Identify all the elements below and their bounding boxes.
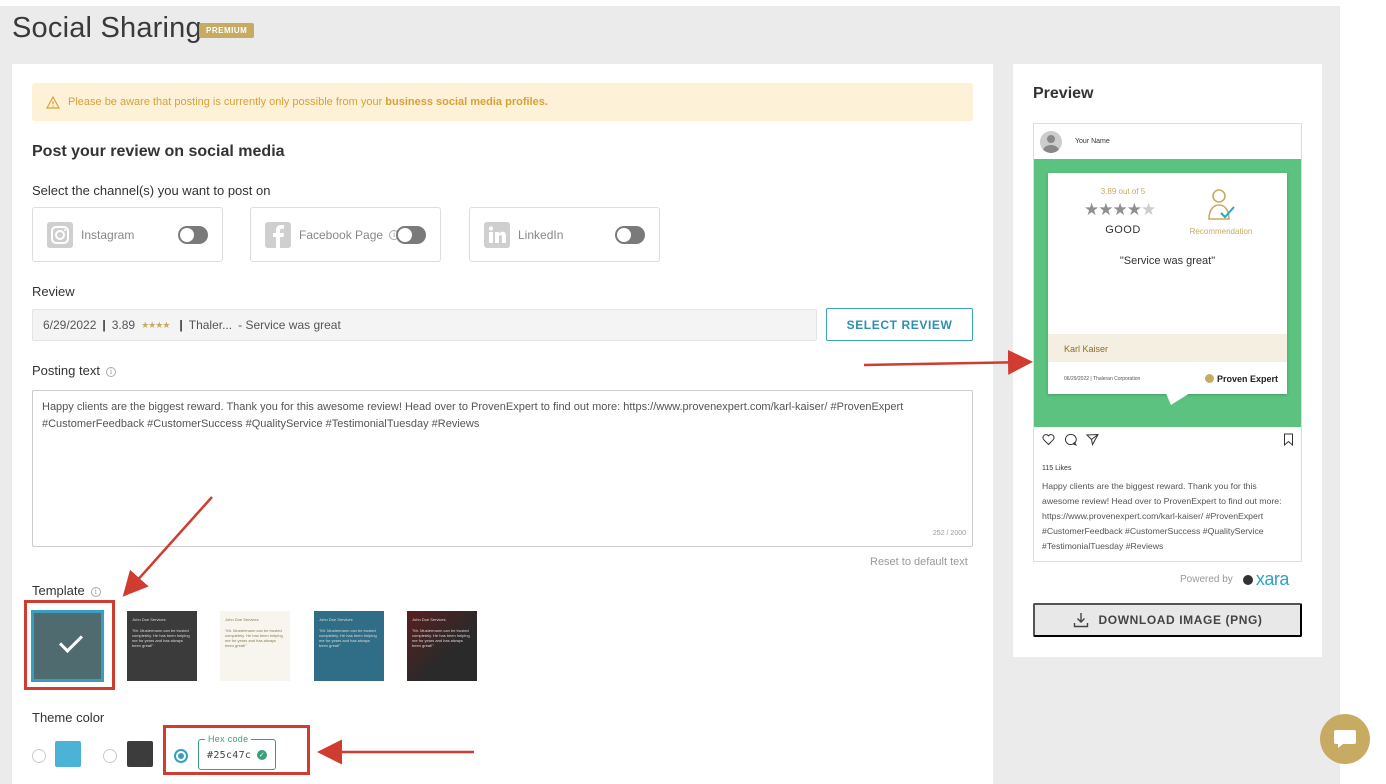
template-thumb-quote: "Mr. Mustermann can be trusted completel…	[225, 628, 283, 648]
template-thumb-photo[interactable]: John Doe Services "Mr. Mustermann can be…	[407, 611, 477, 681]
posting-text-label-text: Posting text	[32, 363, 100, 378]
facebook-icon	[265, 221, 291, 248]
recommendation-icon	[1208, 189, 1235, 220]
template-thumb-name: John Doe Services	[225, 617, 259, 622]
rating-text: 3.89 out of 5	[1100, 187, 1146, 196]
channel-linkedin[interactable]: LinkedIn	[469, 207, 660, 262]
instagram-toggle[interactable]	[178, 226, 208, 244]
avatar	[1040, 130, 1062, 153]
review-stars: ★★★★	[141, 319, 170, 330]
alert-text: Please be aware that posting is currentl…	[68, 96, 383, 108]
download-icon	[1073, 613, 1088, 628]
channel-label: LinkedIn	[518, 227, 564, 242]
premium-badge: PREMIUM	[199, 23, 255, 38]
alert-bold-text: business social media profiles.	[385, 96, 548, 108]
rating-stars-filled: ★★★★	[1084, 200, 1142, 219]
theme-color-swatch-dark[interactable]	[127, 741, 153, 767]
theme-color-swatch-blue[interactable]	[55, 741, 81, 767]
instagram-icon	[47, 221, 73, 248]
warning-icon	[46, 95, 60, 109]
preview-panel: Preview Your Name 3.89 out of 5 ★★★★★ GO…	[1013, 64, 1322, 657]
separator: |	[179, 318, 183, 332]
post-actions	[1042, 433, 1295, 447]
select-review-button[interactable]: SELECT REVIEW	[826, 308, 973, 341]
share-icon	[1086, 433, 1099, 446]
preview-image: 3.89 out of 5 ★★★★★ GOOD Recommendation …	[1034, 159, 1301, 427]
channels-label: Select the channel(s) you want to post o…	[32, 183, 271, 198]
separator: |	[102, 318, 106, 332]
theme-color-radio-2[interactable]	[103, 749, 117, 763]
info-icon[interactable]: i	[90, 587, 101, 597]
likes-count: 115 Likes	[1042, 465, 1072, 472]
template-thumb-name: John Doe Services	[319, 617, 353, 622]
theme-color-label: Theme color	[32, 710, 105, 725]
linkedin-toggle[interactable]	[615, 226, 645, 244]
post-user-name: Your Name	[1075, 138, 1110, 145]
review-card: 3.89 out of 5 ★★★★★ GOOD Recommendation …	[1048, 173, 1287, 394]
xara-logo: xara	[1255, 569, 1290, 589]
channel-facebook-page[interactable]: Facebook Page i	[250, 207, 441, 262]
template-label: Template i	[32, 583, 101, 598]
template-thumb-name: John Doe Services	[132, 617, 166, 622]
reset-default-text-link[interactable]: Reset to default text	[870, 556, 968, 568]
provenexpert-logo-mark	[1205, 374, 1214, 383]
theme-color-radio-1[interactable]	[32, 749, 46, 763]
recommendation-label: Recommendation	[1189, 227, 1253, 236]
channel-instagram[interactable]: Instagram	[32, 207, 223, 262]
channel-label: Instagram	[81, 227, 135, 242]
template-thumb-quote: "Mr. Mustermann can be trusted completel…	[412, 628, 470, 648]
channel-label: Facebook Page	[299, 227, 384, 242]
settings-panel: Please be aware that posting is currentl…	[12, 64, 993, 784]
template-thumb-quote: "Mr. Mustermann can be trusted completel…	[319, 628, 377, 648]
template-thumb-name: John Doe Services	[412, 617, 446, 622]
template-thumb-quote: "Mr. Mustermann can be trusted completel…	[132, 628, 190, 648]
posting-text-value: Happy clients are the biggest reward. Th…	[42, 401, 904, 430]
warning-alert: Please be aware that posting is currentl…	[32, 83, 973, 121]
provenexpert-logo-text: Proven Expert	[1217, 374, 1279, 384]
review-author: Karl Kaiser	[1048, 334, 1287, 362]
section-heading: Post your review on social media	[32, 143, 285, 160]
page-title: Social Sharing	[12, 12, 202, 44]
rating-star-empty: ★	[1140, 200, 1156, 219]
review-footer-date: 06/29/2022 | Thaleran Corporation	[1064, 376, 1141, 382]
chat-launcher-button[interactable]	[1320, 714, 1370, 764]
template-thumb-light[interactable]: John Doe Services "Mr. Mustermann can be…	[220, 611, 290, 681]
provenexpert-logo: Proven Expert	[1205, 374, 1278, 384]
review-label: Review	[32, 284, 75, 299]
preview-title: Preview	[1033, 85, 1094, 102]
template-label-text: Template	[32, 583, 85, 598]
page-gutter	[1340, 0, 1386, 784]
review-quote: "Service was great"	[1119, 255, 1216, 267]
review-date: 6/29/2022	[43, 318, 97, 332]
bookmark-icon	[1284, 433, 1293, 446]
char-count: 252 / 2000	[932, 530, 966, 537]
rating-grade: GOOD	[1105, 224, 1141, 236]
post-caption: Happy clients are the biggest reward. Th…	[1042, 481, 1282, 551]
review-company: Thaler...	[188, 318, 233, 332]
xara-icon	[1242, 574, 1253, 585]
review-selector-field[interactable]: 6/29/2022 | 3.89 ★★★★ | Thaler... - Serv…	[32, 309, 817, 341]
annotation-box-template	[24, 600, 115, 690]
posting-text-label: Posting text i	[32, 363, 116, 378]
template-thumb-blue[interactable]: John Doe Services "Mr. Mustermann can be…	[314, 611, 384, 681]
annotation-box-hex	[163, 725, 310, 775]
template-thumb-dark[interactable]: John Doe Services "Mr. Mustermann can be…	[127, 611, 197, 681]
review-rating: 3.89	[111, 318, 136, 332]
review-text: - Service was great	[238, 318, 341, 332]
powered-by: Powered by xara	[1180, 569, 1289, 590]
rating-stars: ★★★★★	[1084, 200, 1156, 220]
heart-icon	[1042, 434, 1055, 446]
social-post-preview: Your Name 3.89 out of 5 ★★★★★ GOOD Recom…	[1033, 123, 1302, 562]
powered-by-label: Powered by	[1180, 574, 1233, 585]
comment-icon	[1065, 433, 1077, 446]
info-icon[interactable]: i	[105, 367, 116, 377]
linkedin-icon	[484, 221, 510, 248]
download-image-button[interactable]: DOWNLOAD IMAGE (PNG)	[1033, 603, 1302, 637]
posting-text-area[interactable]: Happy clients are the biggest reward. Th…	[32, 390, 973, 547]
chat-icon	[1334, 730, 1356, 748]
speech-tail	[1156, 391, 1194, 405]
post-header: Your Name	[1034, 124, 1301, 159]
facebook-toggle[interactable]	[396, 226, 426, 244]
download-button-label: DOWNLOAD IMAGE (PNG)	[1098, 613, 1263, 627]
